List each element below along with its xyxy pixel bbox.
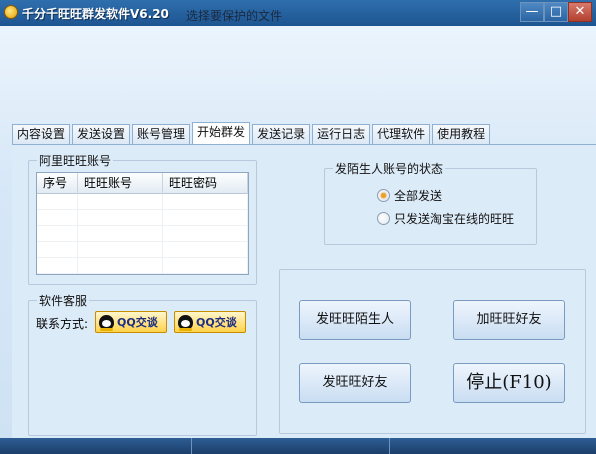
service-group-title: 软件客服	[37, 292, 90, 309]
send-strangers-button[interactable]: 发旺旺陌生人	[299, 300, 411, 340]
table-row	[37, 194, 248, 210]
stranger-status-group: 发陌生人账号的状态	[324, 160, 537, 245]
radio-send-all[interactable]: 全部发送	[377, 187, 442, 204]
table-row	[37, 226, 248, 242]
tab-send-settings[interactable]: 发送设置	[72, 124, 131, 144]
status-separator	[389, 438, 390, 454]
accounts-group-title: 阿里旺旺账号	[37, 152, 114, 169]
table-row	[37, 242, 248, 258]
app-icon	[4, 5, 18, 19]
radio-send-all-label: 全部发送	[394, 189, 443, 203]
main-window: 千分千旺旺群发软件V6.20 选择要保护的文件 — □ ✕ 内容设置 发送设置 …	[0, 0, 596, 454]
radio-online-only[interactable]: 只发送淘宝在线的旺旺	[377, 210, 514, 227]
overlay-caption: 选择要保护的文件	[186, 9, 283, 23]
add-friends-button[interactable]: 加旺旺好友	[453, 300, 565, 340]
table-header: 序号 旺旺账号 旺旺密码	[37, 173, 248, 194]
accounts-table[interactable]: 序号 旺旺账号 旺旺密码	[36, 172, 249, 275]
radio-online-only-label: 只发送淘宝在线的旺旺	[394, 212, 515, 226]
stranger-status-title: 发陌生人账号的状态	[333, 160, 446, 177]
tab-tutorial[interactable]: 使用教程	[432, 124, 491, 144]
table-row	[37, 258, 248, 274]
minimize-button[interactable]: —	[520, 2, 544, 22]
qq-penguin-icon	[178, 314, 193, 331]
radio-button-checked[interactable]	[377, 189, 390, 202]
column-index[interactable]: 序号	[37, 173, 78, 194]
qq-penguin-icon	[99, 314, 114, 331]
qq-chat-label: QQ交谈	[117, 316, 158, 329]
tab-content-settings[interactable]: 内容设置	[12, 124, 71, 144]
maximize-button[interactable]: □	[544, 2, 568, 22]
close-button[interactable]: ✕	[568, 2, 592, 22]
tab-send-records[interactable]: 发送记录	[252, 124, 311, 144]
column-password[interactable]: 旺旺密码	[163, 173, 248, 194]
tab-run-log[interactable]: 运行日志	[312, 124, 371, 144]
tab-account-management[interactable]: 账号管理	[132, 124, 191, 144]
tab-proxy-software[interactable]: 代理软件	[372, 124, 431, 144]
status-bar	[0, 438, 596, 454]
window-title: 千分千旺旺群发软件V6.20	[22, 7, 169, 21]
stop-button[interactable]: 停止(F10)	[453, 363, 565, 403]
contact-label: 联系方式:	[36, 317, 89, 331]
actions-group	[279, 269, 586, 434]
radio-button-unchecked[interactable]	[377, 212, 390, 225]
send-friends-button[interactable]: 发旺旺好友	[299, 363, 411, 403]
qq-chat-button[interactable]: QQ交谈	[174, 311, 246, 333]
qq-chat-label: QQ交谈	[196, 316, 237, 329]
status-separator	[191, 438, 192, 454]
table-row	[37, 210, 248, 226]
column-account[interactable]: 旺旺账号	[78, 173, 163, 194]
tab-bar: 内容设置 发送设置 账号管理 开始群发 发送记录 运行日志 代理软件 使用教程	[12, 122, 492, 144]
tab-start-sending[interactable]: 开始群发	[192, 122, 251, 144]
qq-chat-button[interactable]: QQ交谈	[95, 311, 167, 333]
title-bar[interactable]: 千分千旺旺群发软件V6.20 选择要保护的文件 — □ ✕	[0, 0, 596, 26]
